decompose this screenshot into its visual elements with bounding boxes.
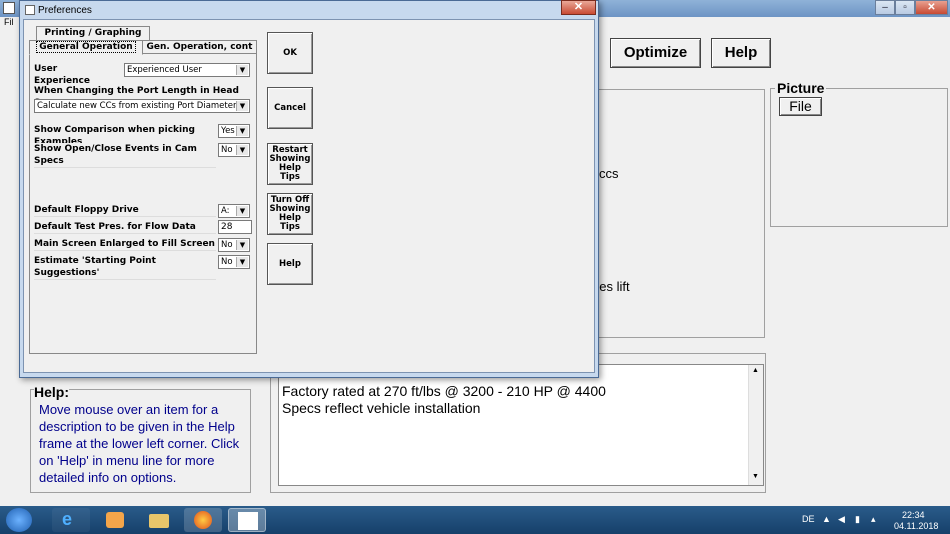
scroll-up-icon[interactable]: ▲ bbox=[752, 367, 759, 374]
chevron-down-icon[interactable]: ▼ bbox=[236, 65, 248, 75]
app-close-button[interactable]: ✕ bbox=[915, 0, 948, 15]
notes-line-2: Specs reflect vehicle installation bbox=[282, 400, 481, 416]
show-comparison-value: Yes bbox=[221, 126, 235, 136]
firefox-icon[interactable] bbox=[184, 508, 222, 532]
specs-frame bbox=[595, 89, 765, 338]
media-player-icon[interactable] bbox=[96, 508, 134, 532]
menu-file[interactable]: Fil bbox=[4, 17, 14, 27]
show-open-close-select[interactable]: No ▼ bbox=[218, 143, 250, 157]
user-experience-value: Experienced User bbox=[127, 65, 202, 75]
network-icon[interactable]: ▮ bbox=[855, 514, 860, 525]
starting-point-value: No bbox=[221, 257, 233, 267]
floppy-drive-value: A: bbox=[221, 206, 230, 216]
port-length-select[interactable]: Calculate new CCs from existing Port Dia… bbox=[34, 99, 250, 113]
user-experience-select[interactable]: Experienced User ▼ bbox=[124, 63, 250, 77]
help-text: Move mouse over an item for a descriptio… bbox=[39, 402, 240, 485]
dialog-icon bbox=[25, 5, 35, 15]
notes-textarea[interactable]: Factory rated at 270 ft/lbs @ 3200 - 210… bbox=[278, 364, 764, 486]
clock-date[interactable]: 04.11.2018 bbox=[894, 521, 938, 531]
tab-gen-operation-cont[interactable]: Gen. Operation, cont bbox=[142, 40, 257, 54]
explorer-folder-icon[interactable] bbox=[140, 508, 178, 532]
tab-general-operation-label: General Operation bbox=[36, 41, 136, 53]
engine-app-icon[interactable] bbox=[228, 508, 266, 532]
help-title: Help: bbox=[34, 384, 69, 400]
minimize-button[interactable]: – bbox=[875, 0, 895, 15]
enlarged-label: Main Screen Enlarged to Fill Screen bbox=[34, 238, 216, 251]
test-pres-label: Default Test Pres. for Flow Data bbox=[34, 221, 216, 234]
port-length-value: Calculate new CCs from existing Port Dia… bbox=[37, 101, 237, 111]
enlarged-value: No bbox=[221, 240, 233, 250]
cancel-button[interactable]: Cancel bbox=[267, 87, 313, 129]
chevron-down-icon[interactable]: ▼ bbox=[236, 101, 248, 111]
dialog-close-button[interactable]: ✕ bbox=[561, 0, 596, 15]
specs-text-ccs: ccs bbox=[599, 166, 619, 181]
signal-icon[interactable]: ▴ bbox=[871, 514, 876, 525]
language-indicator[interactable]: DE bbox=[802, 514, 815, 524]
ie-icon[interactable]: e bbox=[52, 508, 90, 532]
notes-line-1: Factory rated at 270 ft/lbs @ 3200 - 210… bbox=[282, 383, 606, 399]
dialog-help-button[interactable]: Help bbox=[267, 243, 313, 285]
test-pres-input[interactable]: 28 bbox=[218, 220, 252, 234]
floppy-drive-label: Default Floppy Drive bbox=[34, 204, 216, 217]
notes-scrollbar[interactable]: ▲ ▼ bbox=[748, 365, 763, 485]
maximize-button[interactable]: ▫ bbox=[895, 0, 915, 15]
enlarged-select[interactable]: No ▼ bbox=[218, 238, 250, 252]
clock-time[interactable]: 22:34 bbox=[902, 510, 925, 520]
show-open-close-value: No bbox=[221, 145, 233, 155]
chevron-down-icon[interactable]: ▼ bbox=[236, 257, 248, 267]
main-help-button[interactable]: Help bbox=[711, 38, 771, 68]
dialog-title: Preferences bbox=[38, 5, 92, 16]
speaker-icon[interactable]: ◀ bbox=[838, 514, 845, 525]
scroll-down-icon[interactable]: ▼ bbox=[752, 473, 759, 480]
chevron-down-icon[interactable]: ▼ bbox=[236, 145, 248, 155]
chevron-down-icon[interactable]: ▼ bbox=[236, 206, 248, 216]
turn-off-help-tips-button[interactable]: Turn Off Showing Help Tips bbox=[267, 193, 313, 235]
restart-help-tips-button[interactable]: Restart Showing Help Tips bbox=[267, 143, 313, 185]
picture-group-title: Picture bbox=[775, 80, 827, 96]
floppy-drive-select[interactable]: A: ▼ bbox=[218, 204, 250, 218]
starting-point-select[interactable]: No ▼ bbox=[218, 255, 250, 269]
tray-arrow-icon[interactable]: ▲ bbox=[822, 514, 831, 524]
show-comparison-select[interactable]: Yes ▼ bbox=[218, 124, 250, 138]
tab-general-operation[interactable]: General Operation bbox=[29, 40, 143, 55]
windows-start-icon[interactable] bbox=[6, 508, 32, 532]
picture-file-button[interactable]: File bbox=[779, 97, 822, 116]
starting-point-label: Estimate 'Starting Point Suggestions' bbox=[34, 255, 216, 280]
chevron-down-icon[interactable]: ▼ bbox=[236, 126, 248, 136]
optimize-button[interactable]: Optimize bbox=[610, 38, 701, 68]
tab-printing-graphing[interactable]: Printing / Graphing bbox=[36, 26, 150, 40]
chevron-down-icon[interactable]: ▼ bbox=[236, 240, 248, 250]
app-icon bbox=[3, 2, 15, 14]
ok-button[interactable]: OK bbox=[267, 32, 313, 74]
show-open-close-label: Show Open/Close Events in Cam Specs bbox=[34, 143, 216, 168]
